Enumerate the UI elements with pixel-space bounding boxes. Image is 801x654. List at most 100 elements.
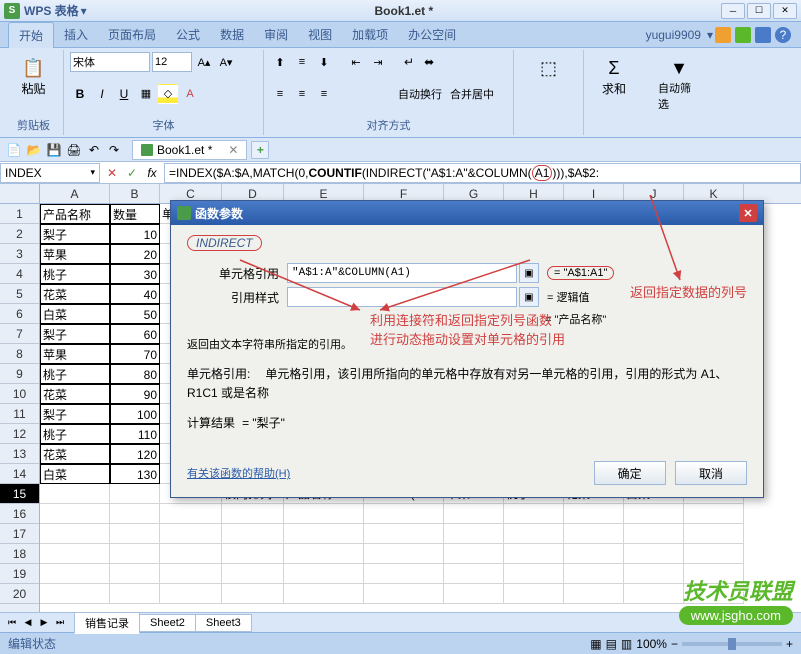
cell-E19[interactable] [284,564,364,584]
font-name-select[interactable] [70,52,150,72]
sheet-tab-1[interactable]: 销售记录 [74,612,140,634]
cell-C18[interactable] [160,544,222,564]
sheet-nav-last[interactable]: ⏭ [52,615,68,631]
row-header-5[interactable]: 5 [0,284,39,304]
row-header-9[interactable]: 9 [0,364,39,384]
cell-A12[interactable]: 桃子 [40,424,110,444]
wrap-text-button[interactable]: ↵ [400,55,418,69]
cell-B7[interactable]: 60 [110,324,160,344]
row-header-20[interactable]: 20 [0,584,39,604]
tab-home[interactable]: 开始 [8,22,54,48]
cell-A11[interactable]: 梨子 [40,404,110,424]
italic-button[interactable]: I [92,84,112,104]
cell-H17[interactable] [504,524,564,544]
sheet-tab-3[interactable]: Sheet3 [195,614,252,632]
tab-addins[interactable]: 加载项 [342,22,398,47]
cell-B16[interactable] [110,504,160,524]
cell-B13[interactable]: 120 [110,444,160,464]
row-header-4[interactable]: 4 [0,264,39,284]
cell-I19[interactable] [564,564,624,584]
col-header-B[interactable]: B [110,184,160,203]
cell-B9[interactable]: 80 [110,364,160,384]
cancel-formula-button[interactable]: ✕ [104,165,120,181]
zoom-out-button[interactable]: − [671,637,678,651]
cell-I20[interactable] [564,584,624,604]
document-tab[interactable]: Book1.et * ✕ [132,140,247,160]
minimize-button[interactable]: ─ [721,3,745,19]
cell-B15[interactable] [110,484,160,504]
cell-E17[interactable] [284,524,364,544]
bold-button[interactable]: B [70,84,90,104]
param1-input[interactable] [287,263,517,283]
decrease-font-button[interactable]: A▾ [216,52,236,72]
zoom-in-button[interactable]: + [786,637,793,651]
indent-decrease-button[interactable]: ⇤ [346,52,366,72]
cell-A18[interactable] [40,544,110,564]
cell-D18[interactable] [222,544,284,564]
number-format-button[interactable]: ⬚ [520,52,577,84]
cell-A3[interactable]: 苹果 [40,244,110,264]
cell-B17[interactable] [110,524,160,544]
row-header-7[interactable]: 7 [0,324,39,344]
cell-A9[interactable]: 桃子 [40,364,110,384]
ok-button[interactable]: 确定 [594,461,666,485]
fill-color-button[interactable]: ◇ [158,84,178,104]
cell-J20[interactable] [624,584,684,604]
cell-G18[interactable] [444,544,504,564]
cell-B1[interactable]: 数量 [110,204,160,224]
cell-H19[interactable] [504,564,564,584]
cell-A16[interactable] [40,504,110,524]
cell-F18[interactable] [364,544,444,564]
border-button[interactable]: ▦ [136,84,156,104]
row-header-1[interactable]: 1 [0,204,39,224]
row-header-3[interactable]: 3 [0,244,39,264]
zoom-level[interactable]: 100% [636,637,667,651]
align-top-button[interactable]: ⬆ [270,52,290,72]
new-button[interactable]: 📄 [5,141,23,159]
maximize-button[interactable]: ☐ [747,3,771,19]
open-button[interactable]: 📂 [25,141,43,159]
cell-B12[interactable]: 110 [110,424,160,444]
underline-button[interactable]: U [114,84,134,104]
row-header-6[interactable]: 6 [0,304,39,324]
tab-formula[interactable]: 公式 [166,22,210,47]
sheet-tab-2[interactable]: Sheet2 [139,614,196,632]
settings-icon[interactable] [755,27,771,43]
align-bottom-button[interactable]: ⬇ [314,52,334,72]
cell-K18[interactable] [684,544,744,564]
param2-collapse-button[interactable]: ▣ [519,287,539,307]
cell-B3[interactable]: 20 [110,244,160,264]
zoom-slider[interactable] [682,642,782,646]
cell-A14[interactable]: 白菜 [40,464,110,484]
cell-I17[interactable] [564,524,624,544]
cell-B19[interactable] [110,564,160,584]
cell-I16[interactable] [564,504,624,524]
name-box-dropdown-icon[interactable]: ▾ [90,167,95,178]
cell-A1[interactable]: 产品名称 [40,204,110,224]
tab-page-layout[interactable]: 页面布局 [98,22,166,47]
cell-A4[interactable]: 桃子 [40,264,110,284]
row-header-13[interactable]: 13 [0,444,39,464]
align-center-button[interactable]: ≡ [292,84,312,104]
redo-button[interactable]: ↷ [105,141,123,159]
messages-icon[interactable] [735,27,751,43]
tab-insert[interactable]: 插入 [54,22,98,47]
row-header-11[interactable]: 11 [0,404,39,424]
cell-F19[interactable] [364,564,444,584]
add-tab-button[interactable]: + [251,141,269,159]
cell-A2[interactable]: 梨子 [40,224,110,244]
accept-formula-button[interactable]: ✓ [124,165,140,181]
cell-G16[interactable] [444,504,504,524]
cell-C16[interactable] [160,504,222,524]
row-header-18[interactable]: 18 [0,544,39,564]
contacts-icon[interactable] [715,27,731,43]
cell-B6[interactable]: 50 [110,304,160,324]
cell-A20[interactable] [40,584,110,604]
cell-B2[interactable]: 10 [110,224,160,244]
help-icon[interactable]: ? [775,27,791,43]
dialog-titlebar[interactable]: 函数参数 ✕ [171,201,763,225]
cell-F17[interactable] [364,524,444,544]
align-right-button[interactable]: ≡ [314,84,334,104]
cell-B5[interactable]: 40 [110,284,160,304]
row-header-17[interactable]: 17 [0,524,39,544]
